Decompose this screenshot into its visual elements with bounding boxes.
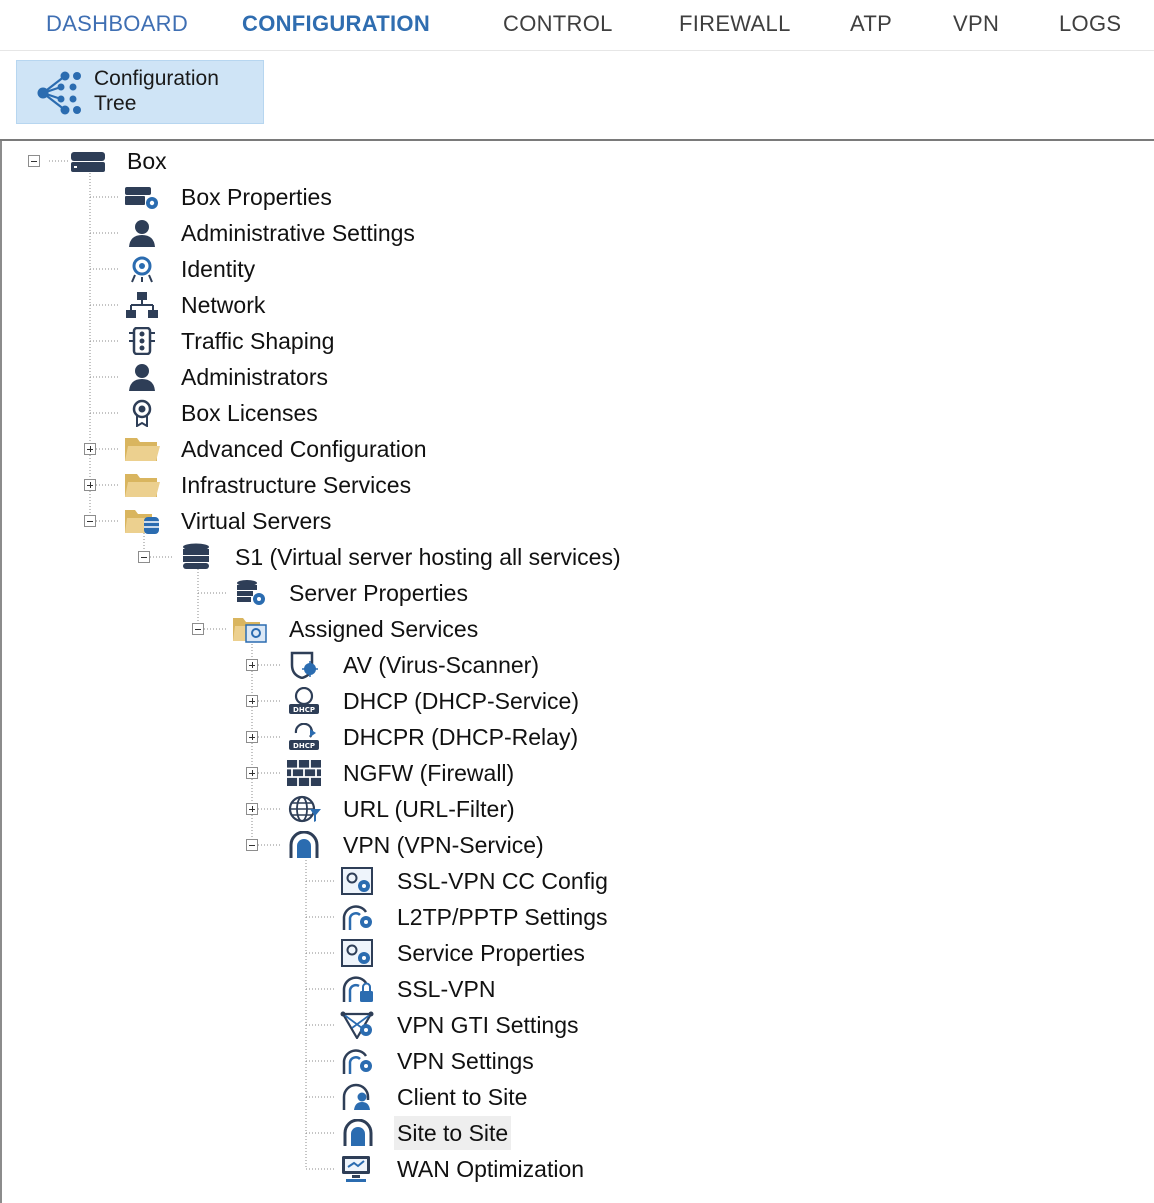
vpn-user-icon bbox=[342, 1083, 370, 1110]
ribbon-label-line1: Configuration bbox=[94, 67, 219, 90]
tree-label-traffic-shaping[interactable]: Traffic Shaping bbox=[178, 324, 337, 358]
database-icon bbox=[183, 543, 209, 569]
network-icon bbox=[126, 292, 158, 318]
tree-label-dhcpr[interactable]: DHCPR (DHCP-Relay) bbox=[340, 720, 581, 754]
config-window-icon bbox=[341, 867, 373, 895]
expand-dhcpr-toggle[interactable] bbox=[246, 731, 258, 743]
tree-label-box-properties[interactable]: Box Properties bbox=[178, 180, 335, 214]
tree-label-network[interactable]: Network bbox=[178, 288, 268, 322]
tree-label-identity[interactable]: Identity bbox=[178, 252, 258, 286]
box-settings-icon bbox=[125, 187, 158, 209]
tree-label-service-properties[interactable]: Service Properties bbox=[394, 936, 588, 970]
collapse-assigned-services-toggle[interactable] bbox=[192, 623, 204, 635]
collapse-s1-toggle[interactable] bbox=[138, 551, 150, 563]
tab-dashboard[interactable]: DASHBOARD bbox=[46, 8, 188, 40]
tree-label-assigned-services[interactable]: Assigned Services bbox=[286, 612, 481, 646]
tree-label-virtual-servers[interactable]: Virtual Servers bbox=[178, 504, 334, 538]
share-tree-icon bbox=[37, 71, 81, 115]
tree-label-ssl-vpn[interactable]: SSL-VPN bbox=[394, 972, 498, 1006]
globe-filter-icon bbox=[288, 795, 321, 823]
user-icon bbox=[129, 220, 155, 247]
collapse-virtual-servers-toggle[interactable] bbox=[84, 515, 96, 527]
tree-label-s1[interactable]: S1 (Virtual server hosting all services) bbox=[232, 540, 624, 574]
license-award-icon bbox=[132, 399, 152, 427]
vpn-settings-icon bbox=[342, 905, 372, 930]
tree-label-client-to-site[interactable]: Client to Site bbox=[394, 1080, 530, 1114]
tree-label-vpn-settings[interactable]: VPN Settings bbox=[394, 1044, 537, 1078]
configuration-tree: Box Box Properties Administrative Settin… bbox=[0, 141, 1154, 1203]
dhcp-relay-icon: DHCP bbox=[289, 723, 319, 750]
tab-atp[interactable]: ATP bbox=[850, 8, 892, 40]
gti-network-icon bbox=[340, 1011, 374, 1039]
tree-label-url[interactable]: URL (URL-Filter) bbox=[340, 792, 518, 826]
user-icon bbox=[129, 364, 155, 391]
tree-label-box-licenses[interactable]: Box Licenses bbox=[178, 396, 321, 430]
expand-ngfw-toggle[interactable] bbox=[246, 767, 258, 779]
svg-text:DHCP: DHCP bbox=[293, 706, 315, 714]
dhcp-icon: DHCP bbox=[289, 687, 319, 714]
tree-label-av[interactable]: AV (Virus-Scanner) bbox=[340, 648, 542, 682]
tree-label-ssl-vpn-cc-config[interactable]: SSL-VPN CC Config bbox=[394, 864, 611, 898]
expand-dhcp-toggle[interactable] bbox=[246, 695, 258, 707]
tab-control[interactable]: CONTROL bbox=[503, 8, 613, 40]
database-settings-icon bbox=[237, 580, 265, 605]
tab-configuration[interactable]: CONFIGURATION bbox=[242, 8, 430, 40]
expand-av-toggle[interactable] bbox=[246, 659, 258, 671]
collapse-box-toggle[interactable] bbox=[28, 155, 40, 167]
identity-badge-icon bbox=[131, 256, 153, 283]
expand-advanced-configuration-toggle[interactable] bbox=[84, 443, 96, 455]
tree-label-vpn[interactable]: VPN (VPN-Service) bbox=[340, 828, 547, 862]
tree-label-advanced-configuration[interactable]: Advanced Configuration bbox=[178, 432, 430, 466]
folder-icon bbox=[125, 438, 160, 461]
traffic-light-icon bbox=[129, 327, 155, 355]
tab-firewall[interactable]: FIREWALL bbox=[679, 8, 791, 40]
expand-url-toggle[interactable] bbox=[246, 803, 258, 815]
firewall-icon bbox=[287, 760, 321, 786]
top-menu: DASHBOARD CONFIGURATION CONTROL FIREWALL… bbox=[0, 0, 1154, 51]
tree-label-dhcp[interactable]: DHCP (DHCP-Service) bbox=[340, 684, 582, 718]
tree-label-wan-optimization[interactable]: WAN Optimization bbox=[394, 1152, 587, 1186]
collapse-vpn-toggle[interactable] bbox=[246, 839, 258, 851]
tree-label-administrative-settings[interactable]: Administrative Settings bbox=[178, 216, 418, 250]
config-window-icon bbox=[341, 939, 373, 967]
vpn-lock-icon bbox=[342, 976, 373, 1002]
expand-infrastructure-services-toggle[interactable] bbox=[84, 479, 96, 491]
tree-label-vpn-gti-settings[interactable]: VPN GTI Settings bbox=[394, 1008, 582, 1042]
server-box-icon bbox=[71, 152, 105, 172]
tree-label-l2tp-pptp-settings[interactable]: L2TP/PPTP Settings bbox=[394, 900, 611, 934]
tab-vpn[interactable]: VPN bbox=[953, 8, 999, 40]
vpn-settings-icon bbox=[342, 1049, 372, 1074]
vpn-tunnel-icon bbox=[343, 1119, 373, 1146]
tree-label-server-properties[interactable]: Server Properties bbox=[286, 576, 471, 610]
tab-logs[interactable]: LOGS bbox=[1059, 8, 1121, 40]
folder-database-icon bbox=[125, 510, 159, 534]
vpn-tunnel-icon bbox=[289, 831, 319, 858]
tree-label-site-to-site[interactable]: Site to Site bbox=[394, 1116, 512, 1150]
folder-settings-icon bbox=[233, 618, 267, 643]
tree-connector-lines bbox=[49, 160, 334, 1170]
tree-label-administrators[interactable]: Administrators bbox=[178, 360, 331, 394]
configuration-tree-button[interactable]: Configuration Tree bbox=[16, 60, 264, 124]
folder-icon bbox=[125, 474, 160, 497]
wan-monitor-icon bbox=[342, 1156, 370, 1182]
tree-label-box[interactable]: Box bbox=[124, 144, 170, 178]
tree-label-ngfw[interactable]: NGFW (Firewall) bbox=[340, 756, 517, 790]
tree-label-infrastructure-services[interactable]: Infrastructure Services bbox=[178, 468, 414, 502]
ribbon-label-line2: Tree bbox=[94, 92, 137, 115]
configuration-tree-label: Configuration Tree bbox=[94, 66, 219, 116]
svg-text:DHCP: DHCP bbox=[293, 742, 315, 750]
shield-virus-icon bbox=[290, 651, 318, 679]
